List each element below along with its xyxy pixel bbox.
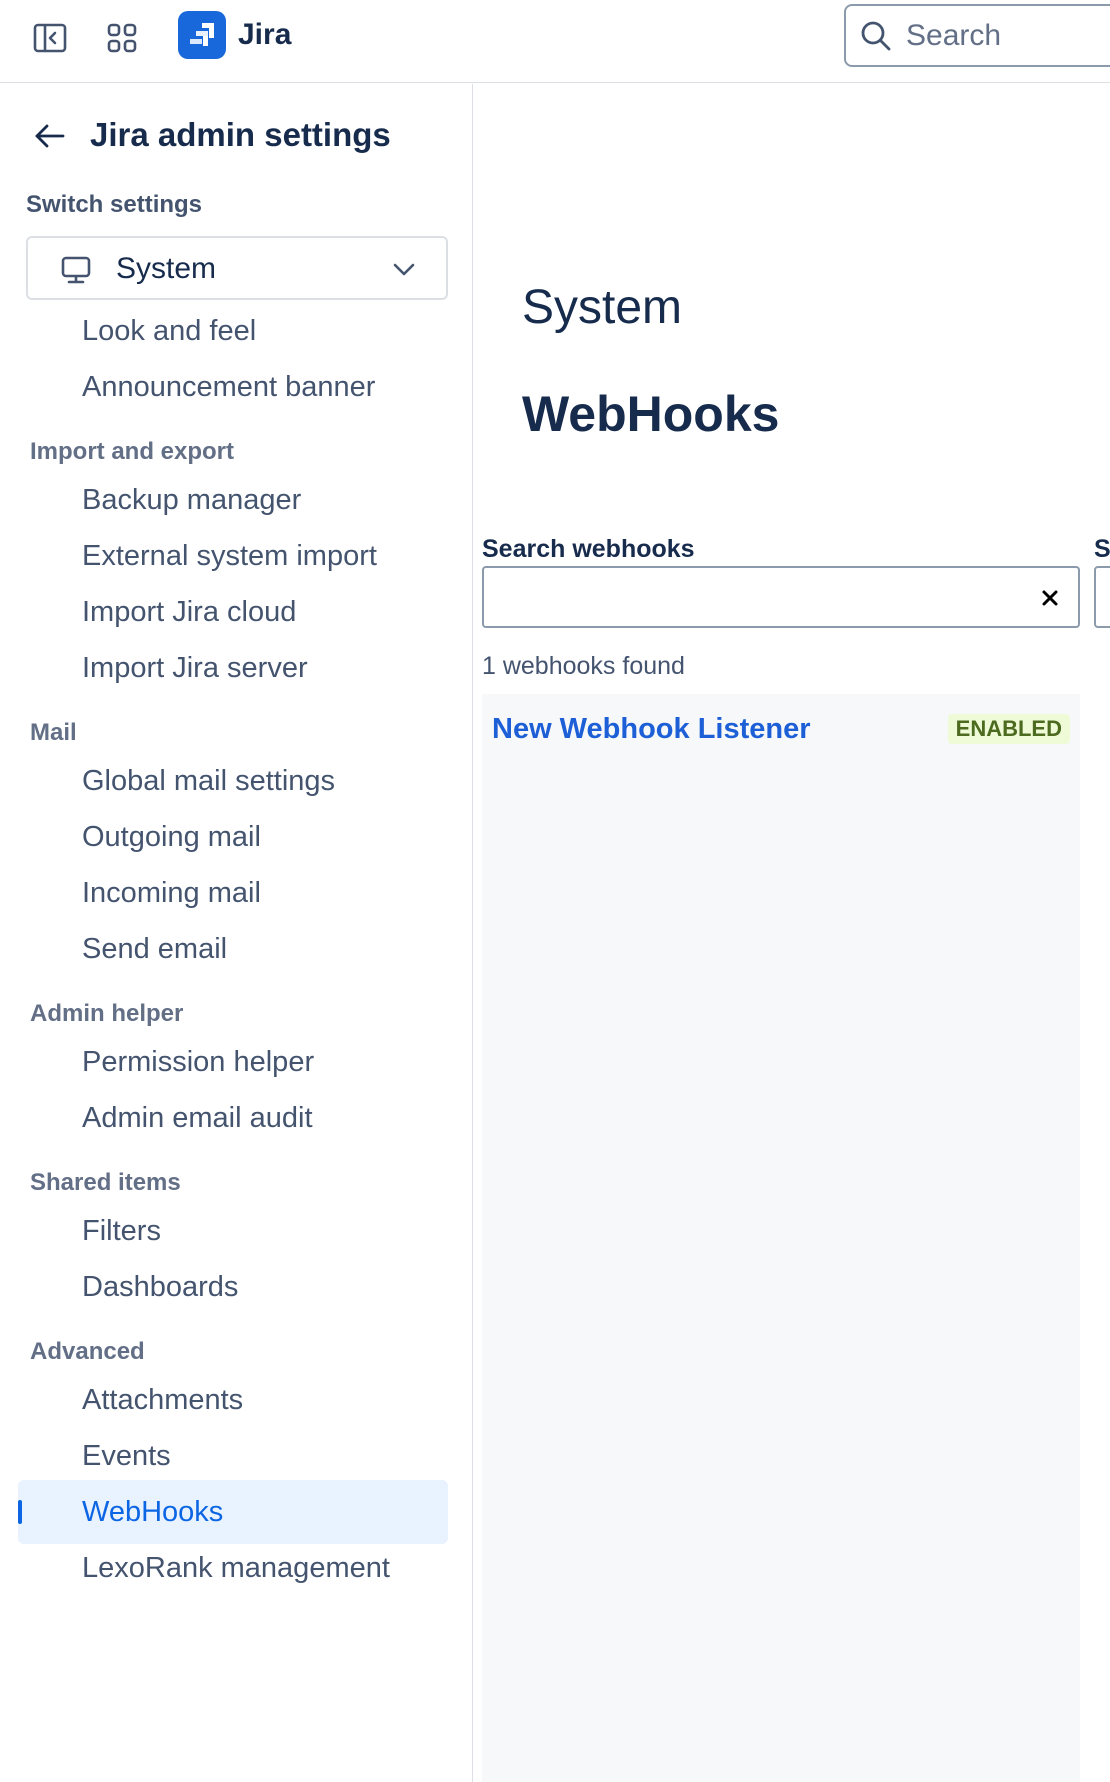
sidebar-item-announcement-banner[interactable]: Announcement banner <box>18 355 448 419</box>
sidebar-item-label: Announcement banner <box>82 371 376 403</box>
app-switcher-icon[interactable] <box>102 18 142 58</box>
sidebar-toggle-icon[interactable] <box>30 18 70 58</box>
global-search-input[interactable]: Search <box>844 4 1110 67</box>
sidebar-item-global-mail-settings[interactable]: Global mail settings <box>18 749 448 813</box>
section-advanced: Advanced <box>30 1338 145 1365</box>
page-title: WebHooks <box>522 386 780 442</box>
admin-sidebar: Jira admin settings Switch settings Syst… <box>0 84 473 1782</box>
sidebar-item-import-jira-cloud[interactable]: Import Jira cloud <box>18 580 448 644</box>
jira-logo-icon[interactable] <box>178 11 226 59</box>
settings-switcher-select[interactable]: System <box>26 236 448 300</box>
sidebar-item-label: Dashboards <box>82 1271 239 1303</box>
chevron-down-icon <box>392 258 416 285</box>
sidebar-item-label: Look and feel <box>82 315 257 347</box>
sidebar-item-lexorank-management[interactable]: LexoRank management <box>18 1536 448 1600</box>
product-name[interactable]: Jira <box>238 16 291 54</box>
sidebar-item-look-and-feel[interactable]: Look and feel <box>18 299 448 363</box>
sidebar-item-label: Outgoing mail <box>82 821 261 853</box>
sidebar-item-attachments[interactable]: Attachments <box>18 1368 448 1432</box>
sidebar-item-events[interactable]: Events <box>18 1424 448 1488</box>
sidebar-item-label: Import Jira cloud <box>82 596 297 628</box>
sidebar-item-label: Incoming mail <box>82 877 261 909</box>
secondary-filter-label: S <box>1094 535 1110 563</box>
top-navigation-bar: Jira Search <box>0 0 1110 83</box>
sidebar-item-outgoing-mail[interactable]: Outgoing mail <box>18 805 448 869</box>
sidebar-item-label: Attachments <box>82 1384 244 1416</box>
sidebar-item-label: Send email <box>82 933 228 965</box>
sidebar-item-send-email[interactable]: Send email <box>18 917 448 981</box>
search-webhooks-label: Search webhooks <box>482 535 695 563</box>
sidebar-item-label: Admin email audit <box>82 1102 313 1134</box>
back-arrow-icon[interactable] <box>30 116 70 156</box>
sidebar-item-label: LexoRank management <box>82 1552 390 1584</box>
sidebar-item-label: Global mail settings <box>82 765 336 797</box>
search-icon <box>860 20 892 57</box>
search-placeholder: Search <box>906 19 1002 52</box>
sidebar-item-label: Import Jira server <box>82 652 308 684</box>
sidebar-item-label: Events <box>82 1440 171 1472</box>
select-value: System <box>116 252 217 285</box>
status-badge: ENABLED <box>947 714 1070 744</box>
sidebar-item-label: Backup manager <box>82 484 302 516</box>
webhooks-count: 1 webhooks found <box>482 652 685 680</box>
monitor-icon <box>60 254 92 291</box>
sidebar-item-label: Permission helper <box>82 1046 315 1078</box>
sidebar-item-webhooks[interactable]: WebHooks <box>18 1480 448 1544</box>
sidebar-item-label: Filters <box>82 1215 161 1247</box>
switch-settings-label: Switch settings <box>26 191 203 218</box>
sidebar-item-incoming-mail[interactable]: Incoming mail <box>18 861 448 925</box>
sidebar-item-import-jira-server[interactable]: Import Jira server <box>18 636 448 700</box>
section-import-and-export: Import and export <box>30 438 235 465</box>
sidebar-item-external-system-import[interactable]: External system import <box>18 524 448 588</box>
sidebar-item-label: External system import <box>82 540 377 572</box>
active-indicator <box>18 1500 22 1524</box>
webhook-link[interactable]: New Webhook Listener <box>492 712 811 746</box>
sidebar-title: Jira admin settings <box>90 116 391 153</box>
section-heading: System <box>522 281 683 334</box>
search-webhooks-input[interactable] <box>482 566 1080 628</box>
sidebar-item-filters[interactable]: Filters <box>18 1199 448 1263</box>
clear-icon[interactable] <box>1038 586 1062 610</box>
main-content: System WebHooks Search webhooks S 1 webh… <box>474 84 1110 1782</box>
sidebar-item-label: WebHooks <box>82 1496 224 1528</box>
section-admin-helper: Admin helper <box>30 1000 184 1027</box>
sidebar-item-dashboards[interactable]: Dashboards <box>18 1255 448 1319</box>
section-shared-items: Shared items <box>30 1169 181 1196</box>
section-mail: Mail <box>30 719 77 746</box>
webhooks-list: New Webhook Listener ENABLED <box>482 694 1080 1782</box>
sidebar-item-admin-email-audit[interactable]: Admin email audit <box>18 1086 448 1150</box>
secondary-filter-input[interactable] <box>1094 566 1110 628</box>
sidebar-item-backup-manager[interactable]: Backup manager <box>18 468 448 532</box>
sidebar-item-permission-helper[interactable]: Permission helper <box>18 1030 448 1094</box>
